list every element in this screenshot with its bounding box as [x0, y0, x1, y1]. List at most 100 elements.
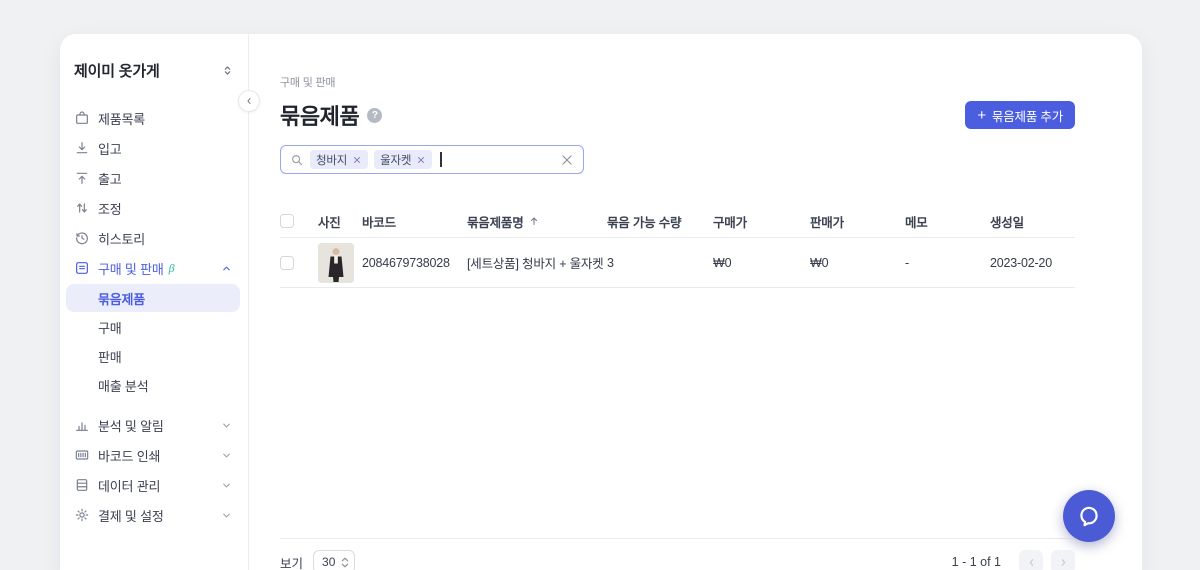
next-page-button[interactable]	[1051, 550, 1075, 570]
chevron-down-icon	[221, 450, 232, 461]
search-clear-icon[interactable]	[560, 153, 574, 167]
cell-bundle-name: [세트상품] 청바지 + 울자켓	[467, 257, 604, 271]
sidebar-item-label: 조정	[98, 201, 122, 217]
sidebar-item-history[interactable]: 히스토리	[60, 223, 248, 253]
sidebar-subitem-label: 판매	[98, 349, 122, 365]
sidebar-item-analysis-alerts[interactable]: 분석 및 알림	[60, 410, 248, 440]
bar-chart-icon	[74, 417, 90, 433]
search-tag: 울자켓	[374, 150, 433, 169]
add-bundle-button[interactable]: + 묶음제품 추가	[965, 101, 1075, 129]
col-created: 생성일	[990, 215, 1024, 230]
cell-created: 2023-02-20	[990, 255, 1052, 270]
app-card: 제이미 옷가게 제품목록 입고 출고 조정 히스토리 구매 및 판매 β 묶음제…	[60, 34, 1142, 570]
chevron-up-icon	[221, 263, 232, 274]
col-memo: 메모	[905, 215, 928, 230]
download-icon	[74, 140, 90, 156]
cell-sale-price: ₩0	[810, 255, 829, 270]
sidebar-item-label: 출고	[98, 171, 122, 187]
sort-ascending-icon	[528, 215, 540, 227]
sidebar-subitem-sales[interactable]: 판매	[66, 342, 240, 370]
sidebar: 제이미 옷가게 제품목록 입고 출고 조정 히스토리 구매 및 판매 β 묶음제…	[60, 34, 260, 570]
col-barcode: 바코드	[362, 215, 396, 230]
tag-remove-icon[interactable]	[352, 155, 362, 165]
store-name: 제이미 옷가게	[74, 63, 160, 80]
breadcrumb[interactable]: 구매 및 판매	[280, 74, 1075, 90]
page-size-select[interactable]: 30	[313, 550, 356, 570]
sidebar-item-label: 결제 및 설정	[98, 508, 164, 524]
chevron-down-icon	[221, 420, 232, 431]
cell-memo: -	[905, 255, 909, 270]
sidebar-item-label: 바코드 인쇄	[98, 448, 161, 464]
sidebar-item-label: 제품목록	[98, 111, 146, 127]
bundle-table: 사진 바코드 묶음제품명 묶음 가능 수량 구매가 판매가 메모 생성일 208…	[280, 205, 1075, 288]
sidebar-item-label: 입고	[98, 141, 122, 157]
page-size-value: 30	[322, 555, 336, 569]
search-tag-label: 청바지	[316, 154, 348, 167]
search-tag: 청바지	[310, 150, 369, 169]
col-available-qty: 묶음 가능 수량	[607, 215, 682, 230]
upload-icon	[74, 170, 90, 186]
sidebar-item-outbound[interactable]: 출고	[60, 163, 248, 193]
table-footer: 보기 30 1 - 1 of 1	[280, 538, 1075, 570]
beta-badge: β	[168, 260, 175, 275]
sidebar-item-label: 히스토리	[98, 231, 146, 247]
chevron-right-icon	[1061, 558, 1065, 566]
sidebar-subitem-purchase[interactable]: 구매	[66, 313, 240, 341]
row-checkbox[interactable]	[280, 255, 294, 270]
search-tag-label: 울자켓	[380, 154, 412, 167]
cell-barcode: 2084679738028	[362, 255, 450, 270]
search-icon	[290, 153, 304, 167]
sidebar-subitem-sales-analysis[interactable]: 매출 분석	[66, 371, 240, 399]
tag-remove-icon[interactable]	[416, 155, 426, 165]
history-icon	[74, 230, 90, 246]
col-photo: 사진	[318, 215, 341, 230]
col-sale-price: 판매가	[810, 215, 844, 230]
barcode-icon	[74, 447, 90, 463]
prev-page-button[interactable]	[1019, 550, 1043, 570]
gear-icon	[74, 507, 90, 523]
search-input[interactable]: 청바지 울자켓	[280, 145, 584, 174]
sidebar-subitem-bundle-products[interactable]: 묶음제품	[66, 284, 240, 312]
cell-purchase-price: ₩0	[713, 255, 732, 270]
table-row[interactable]: 2084679738028 [세트상품] 청바지 + 울자켓 3 ₩0 ₩0 -…	[280, 238, 1075, 288]
sidebar-item-label: 분석 및 알림	[98, 418, 164, 434]
col-purchase-price: 구매가	[713, 215, 747, 230]
database-icon	[74, 477, 90, 493]
document-icon	[74, 260, 90, 276]
chevron-down-icon	[221, 510, 232, 521]
view-label: 보기	[280, 556, 304, 570]
sidebar-item-product-list[interactable]: 제품목록	[60, 103, 248, 133]
sidebar-subitem-label: 구매	[98, 320, 122, 336]
select-all-checkbox[interactable]	[280, 214, 294, 228]
sidebar-item-billing-settings[interactable]: 결제 및 설정	[60, 500, 248, 530]
chat-bubble-icon	[1080, 506, 1098, 527]
chevron-down-icon	[221, 480, 232, 491]
page-title: 묶음제품	[280, 104, 360, 129]
sidebar-item-inbound[interactable]: 입고	[60, 133, 248, 163]
sidebar-subitem-label: 묶음제품	[98, 291, 146, 307]
text-cursor	[440, 152, 442, 167]
product-photo[interactable]	[318, 242, 354, 283]
arrows-up-down-icon	[74, 200, 90, 216]
main-content: 구매 및 판매 묶음제품 ? + 묶음제품 추가 청바지 울자켓 사진 바코드 …	[249, 34, 1142, 570]
col-bundle-name[interactable]: 묶음제품명	[467, 212, 607, 231]
sidebar-subitem-label: 매출 분석	[98, 378, 149, 394]
chevron-left-icon	[247, 98, 251, 104]
sidebar-collapse-button[interactable]	[238, 90, 260, 112]
sidebar-item-label: 데이터 관리	[98, 478, 161, 494]
unfold-more-icon	[224, 66, 231, 75]
chat-launcher-button[interactable]	[1063, 490, 1115, 542]
help-icon[interactable]: ?	[367, 107, 383, 123]
cell-available-qty: 3	[607, 255, 614, 270]
sidebar-item-purchase-sales[interactable]: 구매 및 판매 β	[60, 253, 248, 283]
sidebar-item-data-management[interactable]: 데이터 관리	[60, 470, 248, 500]
product-bag-icon	[74, 110, 90, 126]
add-bundle-button-label: 묶음제품 추가	[991, 109, 1063, 124]
store-selector[interactable]: 제이미 옷가게	[60, 34, 248, 81]
stepper-icon	[341, 557, 349, 568]
sidebar-item-label: 구매 및 판매	[98, 261, 164, 277]
chevron-left-icon	[1029, 558, 1033, 566]
sidebar-item-barcode-print[interactable]: 바코드 인쇄	[60, 440, 248, 470]
pagination-range: 1 - 1 of 1	[951, 555, 1001, 569]
sidebar-item-adjust[interactable]: 조정	[60, 193, 248, 223]
